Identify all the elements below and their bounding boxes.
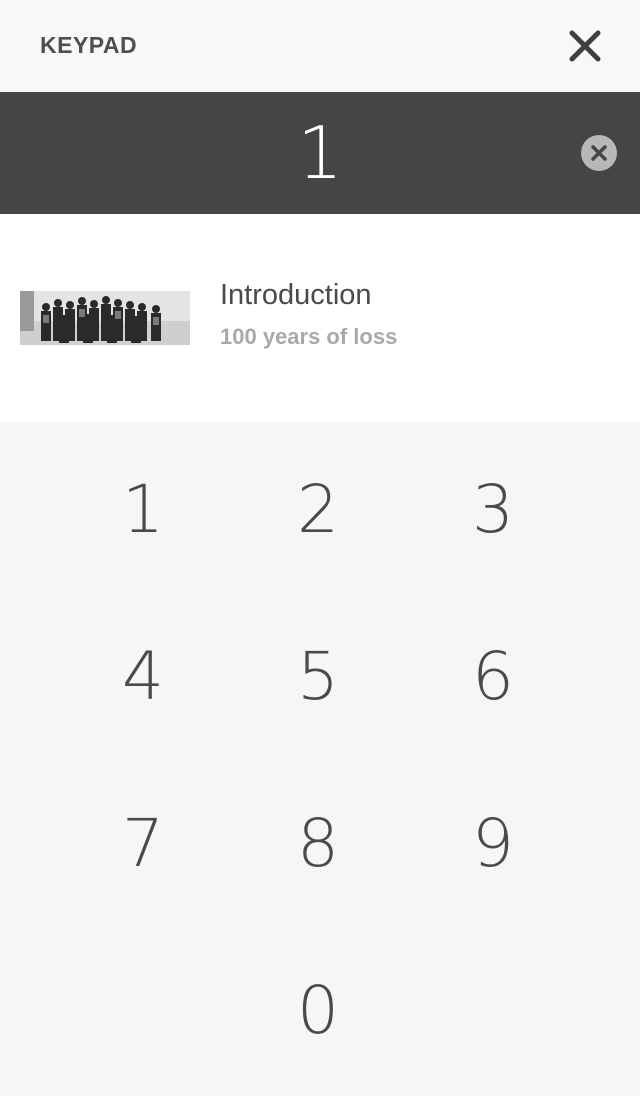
clear-circle-icon xyxy=(591,145,607,161)
key-1[interactable]: 1 xyxy=(83,449,203,569)
key-5[interactable]: 5 xyxy=(258,616,378,736)
key-3[interactable]: 3 xyxy=(433,449,553,569)
header: KEYPAD xyxy=(0,0,640,92)
clear-button[interactable] xyxy=(581,135,617,171)
key-6[interactable]: 6 xyxy=(433,616,553,736)
key-9[interactable]: 9 xyxy=(433,783,553,903)
result-subtitle: 100 years of loss xyxy=(220,324,398,349)
number-keypad: 1 2 3 4 5 6 7 8 9 0 xyxy=(0,422,640,1096)
search-result-item[interactable]: Introduction 100 years of loss xyxy=(0,214,640,422)
key-0[interactable]: 0 xyxy=(258,950,378,1070)
page-title: KEYPAD xyxy=(40,32,138,58)
keypad-display: 1 xyxy=(0,92,640,214)
close-icon xyxy=(569,30,601,62)
key-2[interactable]: 2 xyxy=(258,449,378,569)
entered-number: 1 xyxy=(297,111,343,195)
close-button[interactable] xyxy=(562,23,608,69)
group-photo-thumbnail xyxy=(20,291,190,345)
key-8[interactable]: 8 xyxy=(258,783,378,903)
result-title: Introduction xyxy=(220,279,372,311)
key-7[interactable]: 7 xyxy=(83,783,203,903)
key-4[interactable]: 4 xyxy=(83,616,203,736)
